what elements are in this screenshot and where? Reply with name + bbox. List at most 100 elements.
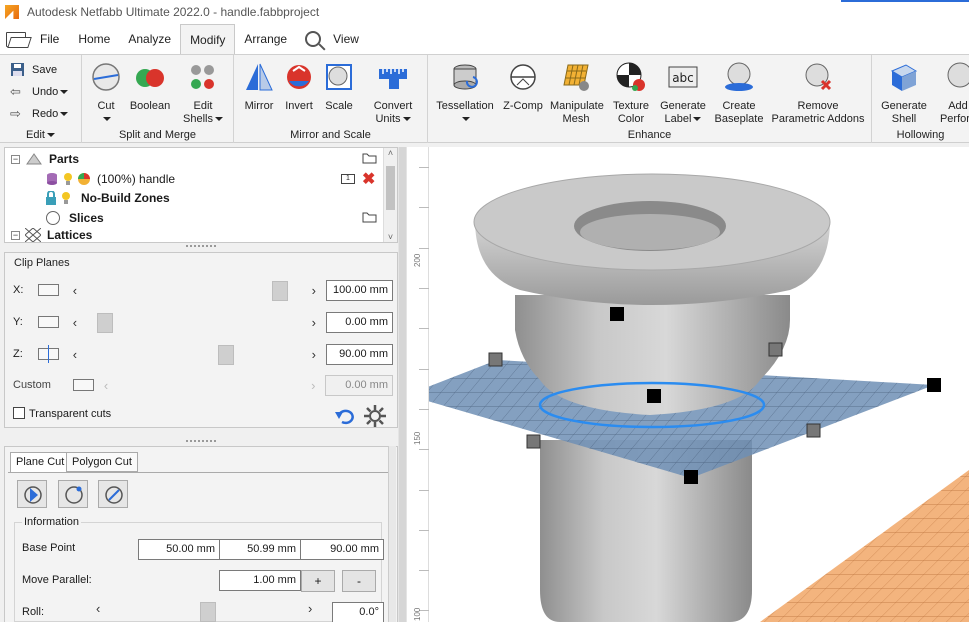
clip-x-input[interactable]: 100.00 mm: [325, 279, 393, 301]
chevron-down-icon[interactable]: [214, 117, 223, 122]
tree-item-nobuild[interactable]: No-Build Zones: [45, 188, 170, 208]
tab-modify[interactable]: Modify: [180, 24, 236, 54]
lightbulb-icon[interactable]: [63, 172, 73, 186]
tree-item-handle[interactable]: (100%) handle: [45, 169, 175, 189]
collapse-toggle[interactable]: −: [11, 154, 20, 164]
open-folder-icon[interactable]: [362, 211, 377, 223]
create-baseplate-button[interactable]: Create Baseplate: [712, 61, 766, 126]
plane-corner-handle[interactable]: [768, 342, 783, 357]
chevron-left-icon[interactable]: ‹: [69, 347, 81, 362]
boolean-button[interactable]: Boolean: [128, 61, 172, 113]
roll-slider[interactable]: [112, 600, 304, 622]
3d-scene[interactable]: [407, 147, 969, 622]
edit-shells-button[interactable]: Edit Shells: [180, 61, 226, 126]
tree-scroll-thumb[interactable]: [386, 166, 395, 210]
collapse-toggle[interactable]: −: [11, 230, 20, 240]
chevron-down-icon[interactable]: [402, 117, 411, 122]
color-wheel-icon[interactable]: [77, 172, 91, 186]
add-perforation-button[interactable]: Add Perfora: [936, 61, 969, 126]
chevron-left-icon[interactable]: ‹: [96, 601, 100, 616]
chevron-down-icon[interactable]: [103, 117, 111, 122]
plane-x-icon[interactable]: [37, 284, 60, 296]
move-minus-button[interactable]: -: [342, 570, 376, 592]
save-button[interactable]: Save: [10, 63, 57, 77]
convert-units-button[interactable]: Convert Units: [366, 61, 420, 126]
open-folder-icon[interactable]: [362, 152, 377, 164]
tree-scrollbar[interactable]: ˄ ˅: [383, 148, 397, 242]
clip-x-slider[interactable]: [87, 279, 302, 301]
tree-item-slices[interactable]: Slices: [45, 208, 104, 228]
clip-y-slider[interactable]: [87, 311, 302, 333]
plane-cut-tool-button[interactable]: [17, 480, 47, 508]
tab-view-label[interactable]: View: [333, 24, 359, 54]
clip-z-knob[interactable]: [217, 345, 234, 365]
open-folder-icon[interactable]: [6, 31, 26, 47]
texture-color-button[interactable]: Texture Color: [606, 61, 656, 126]
generate-shell-button[interactable]: Generate Shell: [878, 61, 930, 126]
remove-parametric-addons-button[interactable]: Remove Parametric Addons: [768, 61, 868, 126]
move-parallel-input[interactable]: 1.00 mm: [219, 570, 301, 591]
splitter-handle[interactable]: [186, 440, 216, 444]
invert-button[interactable]: Invert: [280, 61, 318, 113]
lightbulb-icon[interactable]: [61, 191, 71, 205]
clip-y-input[interactable]: 0.00 mm: [325, 311, 393, 333]
left-panel-scrollbar[interactable]: [398, 147, 407, 622]
zcomp-button[interactable]: Z-Comp: [500, 61, 546, 113]
checkbox-box[interactable]: [13, 407, 25, 419]
generate-label-button[interactable]: abc Generate Label: [656, 61, 710, 126]
edit-group-label[interactable]: Edit: [0, 129, 81, 141]
tab-home[interactable]: Home: [69, 24, 119, 54]
transparent-cuts-checkbox[interactable]: Transparent cuts: [13, 407, 111, 420]
undo-button[interactable]: ⇦ Undo: [10, 85, 69, 99]
chevron-right-icon[interactable]: ›: [308, 347, 320, 362]
chevron-left-icon[interactable]: ‹: [69, 315, 81, 330]
plane-corner-handle[interactable]: [526, 434, 541, 449]
tab-plane-cut[interactable]: Plane Cut: [10, 452, 71, 473]
chevron-right-icon[interactable]: ›: [308, 283, 320, 298]
search-icon[interactable]: [305, 31, 322, 47]
close-icon[interactable]: ✖: [362, 169, 375, 189]
reset-icon[interactable]: [335, 407, 357, 425]
chevron-down-icon[interactable]: [693, 117, 702, 122]
chevron-right-icon[interactable]: ›: [308, 315, 320, 330]
chevron-down-icon[interactable]: [60, 112, 69, 116]
redo-button[interactable]: ⇨ Redo: [10, 107, 69, 121]
tab-view[interactable]: View: [296, 24, 368, 54]
tilt-cut-tool-button[interactable]: [98, 480, 128, 508]
cut-button[interactable]: Cut: [88, 61, 124, 126]
move-plus-button[interactable]: +: [301, 570, 335, 592]
plane-handle-center[interactable]: [647, 389, 661, 403]
chevron-down-icon[interactable]: [60, 90, 69, 94]
tab-analyze[interactable]: Analyze: [119, 24, 180, 54]
tree-item-parts[interactable]: − Parts: [11, 149, 79, 169]
file-menu[interactable]: File: [0, 24, 69, 54]
mirror-button[interactable]: Mirror: [240, 61, 278, 113]
clip-x-knob[interactable]: [271, 281, 288, 301]
chevron-up-icon[interactable]: ˄: [384, 148, 397, 158]
clip-z-input[interactable]: 90.00 mm: [325, 343, 393, 365]
scale-button[interactable]: Scale: [320, 61, 358, 113]
chevron-down-icon[interactable]: [462, 117, 470, 122]
roll-input[interactable]: 0.0°: [332, 602, 384, 622]
tessellation-button[interactable]: Tessellation: [434, 61, 496, 126]
plane-corner-handle[interactable]: [806, 423, 821, 438]
left-panel-scroll-thumb[interactable]: [399, 147, 406, 622]
tab-arrange[interactable]: Arrange: [235, 24, 296, 54]
chevron-right-icon[interactable]: ›: [308, 601, 312, 616]
plane-y-icon[interactable]: [37, 316, 60, 328]
tab-polygon-cut[interactable]: Polygon Cut: [66, 452, 138, 472]
plane-custom-icon[interactable]: [72, 379, 95, 391]
plane-handle-right[interactable]: [927, 378, 941, 392]
base-point-x-input[interactable]: 50.00 mm: [138, 539, 220, 560]
cut-panel-scrollbar[interactable]: [388, 446, 396, 622]
manipulate-mesh-button[interactable]: Manipulate Mesh: [550, 61, 604, 126]
chevron-left-icon[interactable]: ‹: [69, 283, 81, 298]
roll-knob[interactable]: [200, 602, 216, 622]
rotate-cut-tool-button[interactable]: [58, 480, 88, 508]
plane-corner-handle[interactable]: [488, 352, 503, 367]
clip-y-knob[interactable]: [96, 313, 113, 333]
plane-handle-top[interactable]: [610, 307, 624, 321]
base-point-y-input[interactable]: 50.99 mm: [219, 539, 301, 560]
plane-handle-bottom[interactable]: [684, 470, 698, 484]
tree-item-lattices[interactable]: − Lattices: [11, 228, 92, 242]
